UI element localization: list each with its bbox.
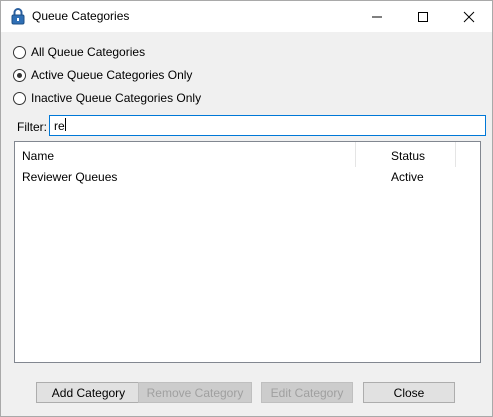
queue-categories-dialog: Queue Categories All Queue Categories Ac… <box>0 0 493 417</box>
radio-dot-icon <box>17 73 22 78</box>
remove-category-button[interactable]: Remove Category <box>138 382 252 403</box>
text-caret <box>65 118 66 131</box>
add-category-button[interactable]: Add Category <box>36 382 141 403</box>
close-window-button[interactable] <box>446 1 492 32</box>
radio-label: Inactive Queue Categories Only <box>31 91 202 105</box>
cell-name: Reviewer Queues <box>22 170 118 184</box>
close-icon <box>463 11 475 23</box>
edit-category-button[interactable]: Edit Category <box>261 382 353 403</box>
column-header-name[interactable]: Name <box>15 142 356 167</box>
radio-button-selected[interactable] <box>13 69 26 82</box>
radio-button[interactable] <box>13 92 26 105</box>
lock-icon <box>11 7 25 25</box>
column-header-label: Name <box>22 149 55 163</box>
radio-label: Active Queue Categories Only <box>31 68 193 82</box>
column-header-status[interactable]: Status <box>356 142 456 167</box>
column-header-label: Status <box>391 149 426 163</box>
queue-categories-list[interactable]: Name Status Reviewer Queues Active <box>14 141 481 363</box>
maximize-icon <box>418 12 428 22</box>
window-title: Queue Categories <box>32 9 130 23</box>
maximize-button[interactable] <box>400 1 446 32</box>
filter-label: Filter: <box>17 120 47 134</box>
filter-input[interactable] <box>49 115 486 136</box>
title-bar[interactable]: Queue Categories <box>1 1 492 32</box>
radio-label: All Queue Categories <box>31 45 146 59</box>
close-button[interactable]: Close <box>363 382 455 403</box>
list-item[interactable]: Reviewer Queues Active <box>15 168 480 185</box>
list-header: Name Status <box>15 142 480 167</box>
minimize-icon <box>372 16 382 18</box>
minimize-button[interactable] <box>354 1 400 32</box>
radio-button[interactable] <box>13 46 26 59</box>
cell-status: Active <box>391 170 424 184</box>
